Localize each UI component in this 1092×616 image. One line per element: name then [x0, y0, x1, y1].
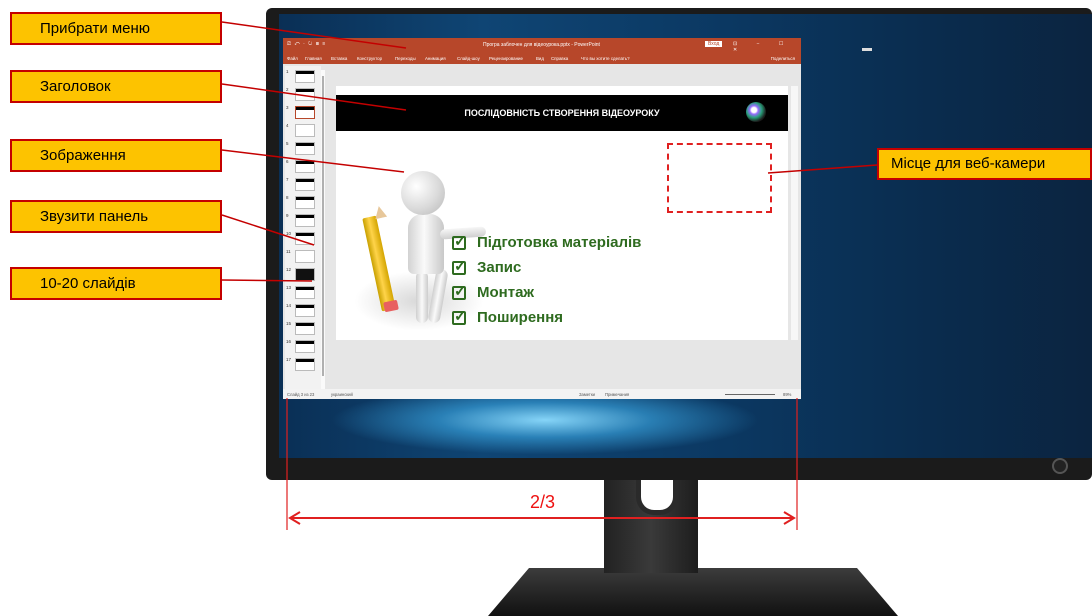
connector-line — [221, 279, 313, 282]
connector-line — [221, 149, 405, 173]
width-ratio-label: 2/3 — [530, 492, 556, 512]
connector-line — [221, 214, 315, 246]
annotation-overlay — [221, 21, 878, 530]
connector-line — [767, 164, 878, 174]
connector-line — [221, 83, 407, 111]
connector-line — [221, 21, 407, 49]
